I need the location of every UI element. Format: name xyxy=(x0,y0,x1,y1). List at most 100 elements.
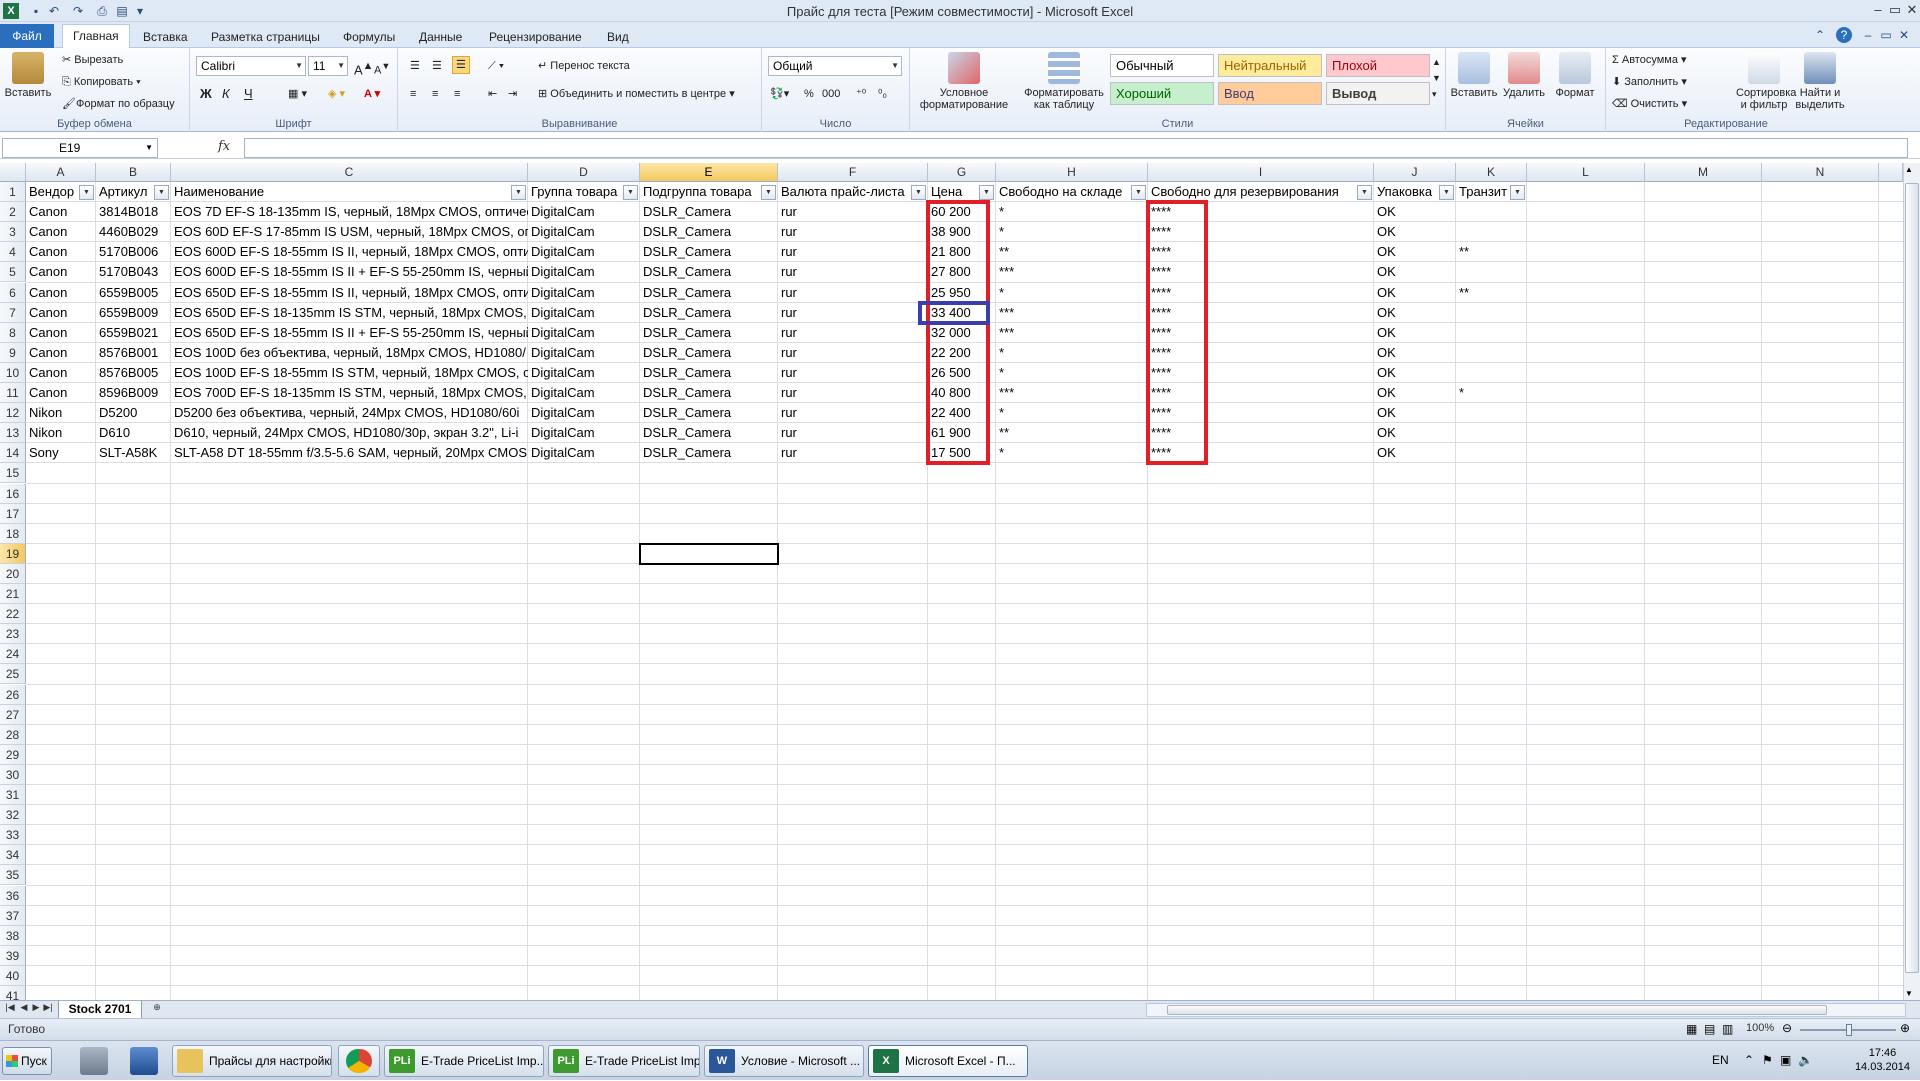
cell-transit[interactable] xyxy=(1456,363,1567,383)
cell-name[interactable]: EOS 650D EF-S 18-55mm IS II + EF-S 55-25… xyxy=(171,323,528,343)
cell-vendor[interactable]: Canon xyxy=(26,343,96,363)
row-header[interactable]: 30 xyxy=(0,764,26,785)
close-icon[interactable]: ✕ xyxy=(1902,0,1920,20)
decrease-decimal-icon[interactable]: ⁰₀ xyxy=(878,86,887,102)
insert-function-icon[interactable]: fx xyxy=(218,139,230,154)
row-header[interactable]: 40 xyxy=(0,965,26,986)
row-header[interactable]: 14 xyxy=(0,443,26,464)
filter-dropdown-icon[interactable]: ▼ xyxy=(623,185,638,200)
filter-dropdown-icon[interactable]: ▼ xyxy=(761,185,776,200)
column-header[interactable]: D xyxy=(528,163,640,182)
row-header[interactable]: 32 xyxy=(0,805,26,826)
tab-insert[interactable]: Вставка xyxy=(143,27,188,47)
cell-sku[interactable]: 8596B009 xyxy=(96,383,171,403)
zoom-level[interactable]: 100% xyxy=(1746,1022,1774,1034)
number-format-combo[interactable]: Общий ▼ xyxy=(768,56,902,76)
doc-close-icon[interactable]: ✕ xyxy=(1896,27,1912,43)
row-header[interactable]: 6 xyxy=(0,282,26,303)
font-color-icon[interactable]: A ▾ xyxy=(364,86,380,102)
filter-dropdown-icon[interactable]: ▼ xyxy=(1357,185,1372,200)
row-header[interactable]: 15 xyxy=(0,463,26,484)
row-header[interactable]: 41 xyxy=(0,986,26,1000)
cell-sku[interactable]: SLT-A58K xyxy=(96,443,171,463)
align-bottom-icon[interactable]: ☰ xyxy=(452,56,470,74)
filter-dropdown-icon[interactable]: ▼ xyxy=(1510,185,1525,200)
font-size-combo[interactable]: 11 ▼ xyxy=(308,56,348,76)
shrink-font-button[interactable]: A▼ xyxy=(374,58,390,79)
cell-transit[interactable]: * xyxy=(1456,383,1567,403)
cell-vendor[interactable]: Canon xyxy=(26,262,96,282)
taskbar-item-word[interactable]: W Условие - Microsoft ... xyxy=(704,1045,864,1077)
align-right-icon[interactable]: ≡ xyxy=(454,86,460,102)
cell-sku[interactable]: 6559B021 xyxy=(96,323,171,343)
filter-dropdown-icon[interactable]: ▼ xyxy=(1131,185,1146,200)
cell-name[interactable]: SLT-A58 DT 18-55mm f/3.5-5.6 SAM, черный… xyxy=(171,443,528,463)
row-header[interactable]: 19 xyxy=(0,543,26,564)
column-header[interactable]: L xyxy=(1527,163,1645,182)
cell-vendor[interactable]: Canon xyxy=(26,283,96,303)
new-sheet-icon[interactable]: ⊕ xyxy=(148,1002,166,1013)
cell-transit[interactable] xyxy=(1456,443,1567,463)
font-name-combo[interactable]: Calibri ▼ xyxy=(196,56,306,76)
row-header[interactable]: 9 xyxy=(0,342,26,363)
network-icon[interactable]: ▣ xyxy=(1780,1053,1791,1067)
row-header[interactable]: 26 xyxy=(0,684,26,705)
filter-dropdown-icon[interactable]: ▼ xyxy=(1439,185,1454,200)
cell-sku[interactable]: 3814B018 xyxy=(96,202,171,222)
filter-dropdown-icon[interactable]: ▼ xyxy=(154,185,169,200)
row-header[interactable]: 10 xyxy=(0,362,26,383)
start-button[interactable]: Пуск xyxy=(2,1047,52,1075)
row-header[interactable]: 38 xyxy=(0,925,26,946)
column-header[interactable]: K xyxy=(1456,163,1527,182)
style-neutral[interactable]: Нейтральный xyxy=(1218,54,1322,77)
cell-transit[interactable] xyxy=(1456,262,1567,282)
filter-dropdown-icon[interactable]: ▼ xyxy=(79,185,94,200)
styles-scroll-icon[interactable]: ▲ ▼ ▾ xyxy=(1432,54,1441,102)
doc-minimize-icon[interactable]: – xyxy=(1860,27,1876,43)
cell-name[interactable]: EOS 650D EF-S 18-135mm IS STM, черный, 1… xyxy=(171,303,528,323)
cell-vendor[interactable]: Canon xyxy=(26,383,96,403)
style-output[interactable]: Вывод xyxy=(1326,82,1430,105)
filter-dropdown-icon[interactable]: ▼ xyxy=(511,185,526,200)
cell-vendor[interactable]: Canon xyxy=(26,303,96,323)
help-icon[interactable]: ? xyxy=(1836,27,1852,43)
cell-vendor[interactable]: Canon xyxy=(26,202,96,222)
row-header[interactable]: 8 xyxy=(0,322,26,343)
filter-dropdown-icon[interactable]: ▼ xyxy=(911,185,926,200)
cell-vendor[interactable]: Nikon xyxy=(26,403,96,423)
increase-indent-icon[interactable]: ⇥ xyxy=(508,86,517,102)
format-cells-button[interactable]: Формат xyxy=(1550,52,1600,99)
cell-transit[interactable] xyxy=(1456,323,1567,343)
sort-filter-button[interactable]: Сортировка и фильтр xyxy=(1736,52,1796,111)
clear-button[interactable]: ⌫ Очистить ▾ xyxy=(1612,96,1687,112)
row-header[interactable]: 5 xyxy=(0,262,26,283)
cell-transit[interactable] xyxy=(1456,343,1567,363)
tab-page-layout[interactable]: Разметка страницы xyxy=(211,27,320,47)
fill-color-icon[interactable]: ◈ ▾ xyxy=(328,86,345,102)
prev-sheet-icon[interactable]: ◀ xyxy=(18,1002,30,1013)
tab-view[interactable]: Вид xyxy=(607,27,629,47)
zoom-out-icon[interactable]: ⊖ xyxy=(1782,1021,1792,1035)
horizontal-scrollbar[interactable] xyxy=(1146,1003,1906,1017)
cell-vendor[interactable]: Canon xyxy=(26,323,96,343)
row-header[interactable]: 23 xyxy=(0,624,26,645)
worksheet-grid[interactable]: A B C D E F G H I J K L M N 1 2 3 4 5 6 7 8 9 10 11 12 13 14 15 16 17 1… xyxy=(0,163,1903,1000)
cell-name[interactable]: D610, черный, 24Mpx CMOS, HD1080/30p, эк… xyxy=(171,423,528,443)
row-header[interactable]: 35 xyxy=(0,865,26,886)
borders-icon[interactable]: ▦ ▾ xyxy=(288,86,307,102)
row-header[interactable]: 20 xyxy=(0,563,26,584)
tab-review[interactable]: Рецензирование xyxy=(489,27,582,47)
row-header[interactable]: 4 xyxy=(0,242,26,263)
wrap-text-button[interactable]: ↵ Перенос текста xyxy=(538,58,630,74)
language-indicator[interactable]: EN xyxy=(1712,1053,1729,1067)
increase-decimal-icon[interactable]: ⁺⁰ xyxy=(856,86,866,102)
cell-name[interactable]: EOS 600D EF-S 18-55mm IS II, черный, 18M… xyxy=(171,242,528,262)
bold-button[interactable]: Ж xyxy=(200,86,212,102)
cell-transit[interactable] xyxy=(1456,222,1567,242)
name-box[interactable]: E19 ▼ xyxy=(2,138,158,158)
cell-vendor[interactable]: Nikon xyxy=(26,423,96,443)
sheet-tab-stock[interactable]: Stock 2701 xyxy=(58,1001,142,1019)
scroll-down-icon[interactable]: ▼ xyxy=(1905,989,1913,998)
column-header[interactable]: H xyxy=(996,163,1148,182)
cell-transit[interactable]: ** xyxy=(1456,283,1567,303)
